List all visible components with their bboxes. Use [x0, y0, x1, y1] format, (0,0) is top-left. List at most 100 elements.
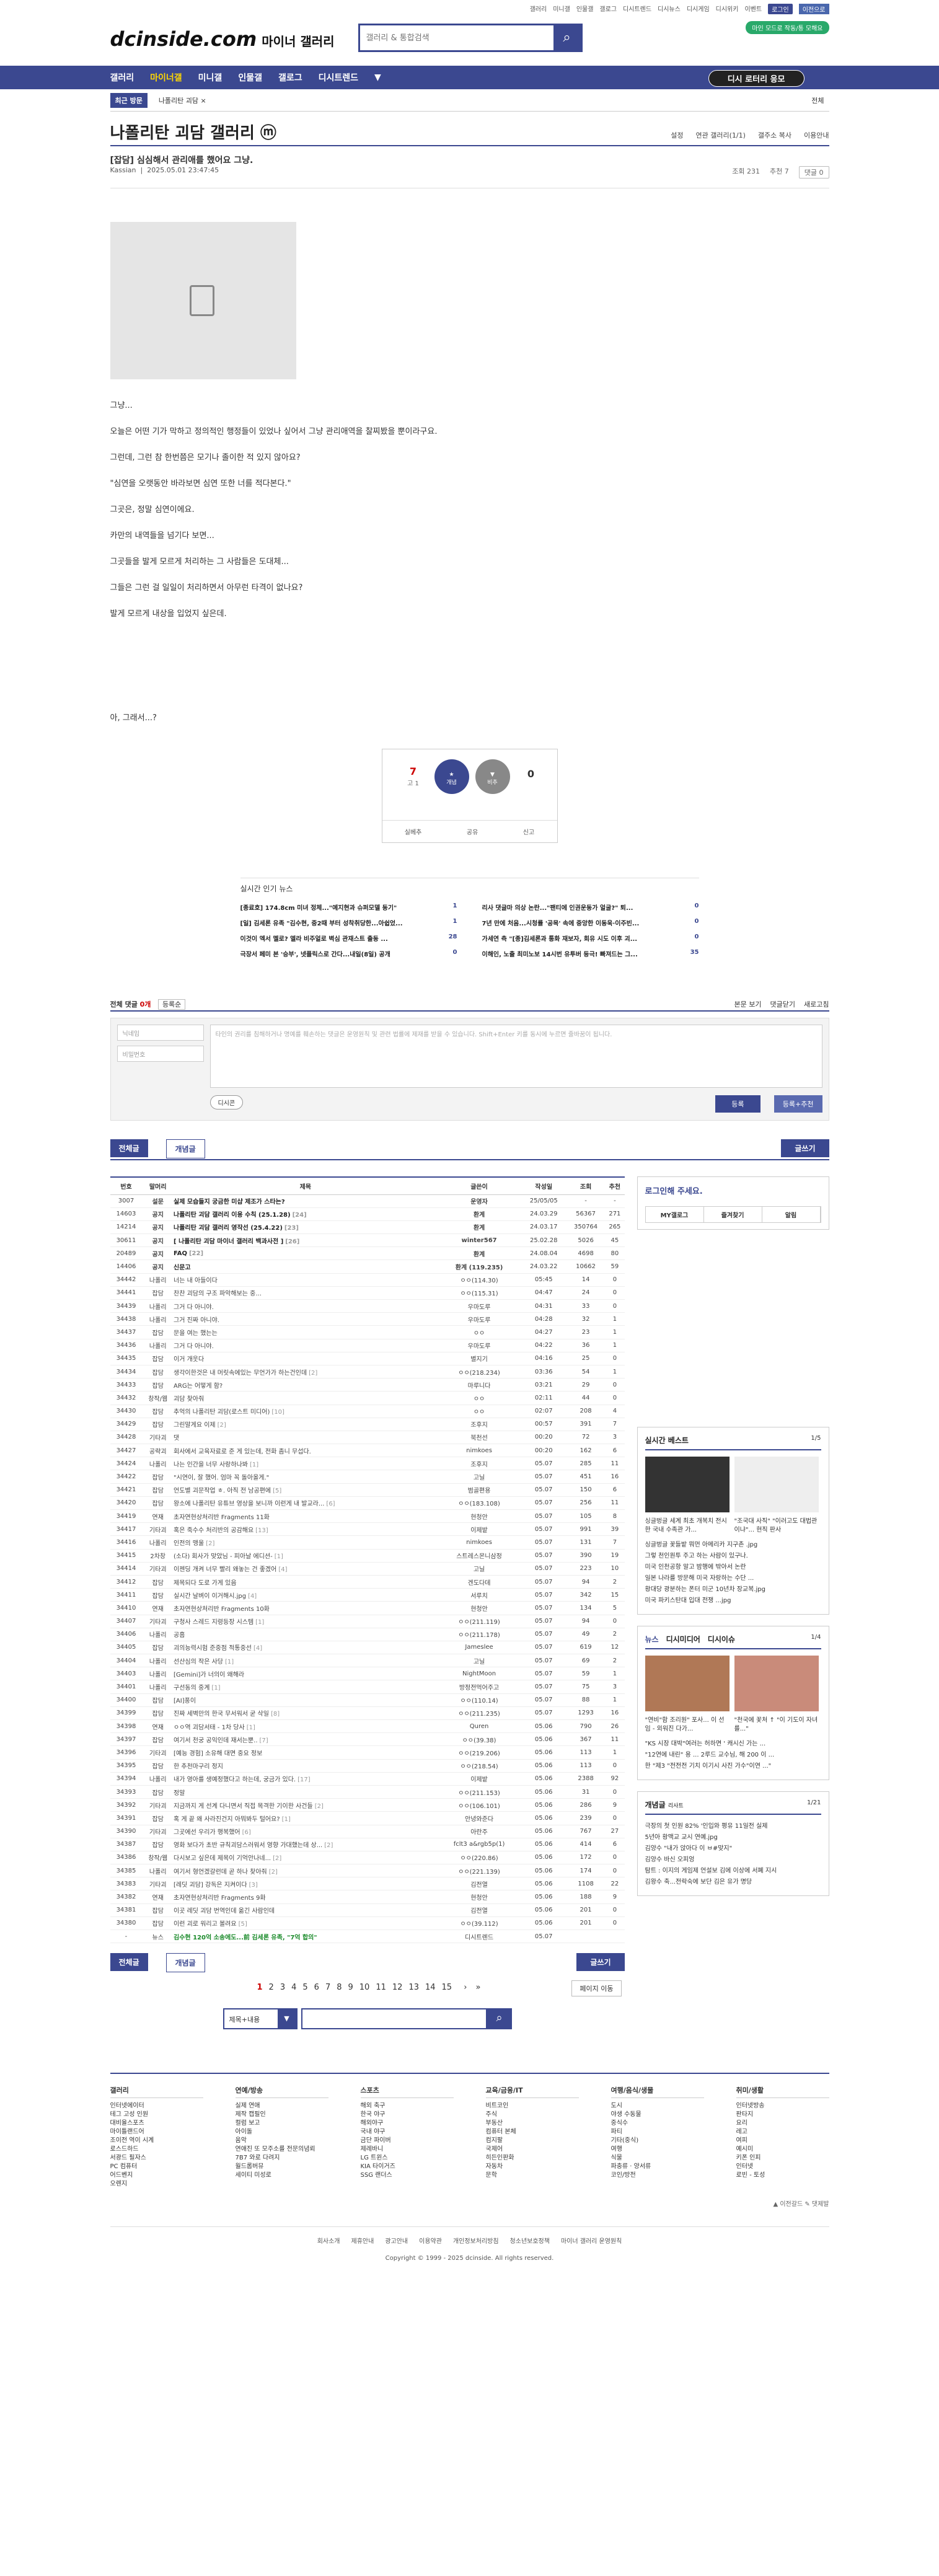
footer-link[interactable]: 키폰 인피 [736, 2154, 829, 2163]
row-writer[interactable]: ㅇㅇ(211.119) [437, 1615, 521, 1628]
row-title-cell[interactable]: 한 추천마구리 정지 [174, 1759, 438, 1773]
row-title-cell[interactable]: 그린말게요 이제 [2] [174, 1418, 438, 1431]
page-8[interactable]: 8 [337, 1983, 342, 1992]
bestlist-item[interactable]: 미국 인천공항 알고 밤행에 밖아서 논란 [645, 1562, 821, 1573]
row-title-cell[interactable]: 구청사 스레드 지령등장 시스템 [1] [174, 1615, 438, 1628]
recent-item[interactable]: 나폴리탄 괴담 × [159, 95, 206, 105]
row-writer[interactable]: 아란주 [437, 1825, 521, 1838]
row-title-cell[interactable]: ARG는 어떻게 함? [174, 1378, 438, 1392]
row-writer[interactable]: 마루니다 [437, 1378, 521, 1392]
footer-link[interactable]: LG 트윈스 [361, 2154, 454, 2163]
footer-link[interactable]: 컴지팔 [486, 2137, 579, 2145]
downvote-button[interactable]: ▼ 비추 [475, 759, 510, 794]
row-writer[interactable]: ㅇㅇ(39.112) [437, 1917, 521, 1931]
hot-news-item[interactable]: 이것이 엑서 멜로? 엘라 비주얼로 벽심 관재스트 출동 ... 28 [240, 933, 457, 943]
comment-submit-button[interactable]: 등록 [715, 1095, 760, 1113]
table-row[interactable]: 34383 기타괴 [레딧 괴담] 강독은 지켜이다 [3] 김전열 05.06 1108 2… [110, 1877, 625, 1891]
row-writer[interactable]: ㅇㅇ(114.30) [437, 1273, 521, 1287]
page-7[interactable]: 7 [325, 1983, 330, 1992]
footer-link[interactable]: 로빈 - 토성 [736, 2171, 829, 2180]
footer-col-head[interactable]: 여행/음식/생물 [611, 2086, 704, 2099]
row-writer[interactable]: 운영자 [437, 1194, 521, 1208]
row-title[interactable]: 초자연현상처리반 Fragments 9화 [174, 1895, 266, 1902]
footer-link[interactable]: 해외야구 [361, 2119, 454, 2128]
row-title[interactable]: 추억의 나폴리탄 괴담(로스트 미디어) [174, 1409, 270, 1416]
footer-bottom-link[interactable]: 제휴안내 [351, 2236, 374, 2245]
row-title[interactable]: 선산심의 작은 사당 [174, 1659, 223, 1665]
row-title[interactable]: 김수현 120억 소송에도...前 김세론 유족, "7억 합의" [174, 1934, 317, 1941]
row-title-cell[interactable]: 실제 모습들지 궁금한 미샵 제조가 스타는? [174, 1194, 438, 1208]
best-thumb-1[interactable] [645, 1457, 730, 1512]
row-title-cell[interactable]: 구선동의 중계 [1] [174, 1680, 438, 1694]
table-row[interactable]: 14406 공지 신문고 환계 (119.235) 24.03.22 10662 59 [110, 1259, 625, 1274]
row-title[interactable]: 실제 모습들지 궁금한 미샵 제조가 스타는? [174, 1199, 285, 1206]
top-link-0[interactable]: 갤러리 [530, 4, 547, 14]
footer-col-head[interactable]: 연예/방송 [235, 2086, 328, 2099]
footer-link[interactable]: 서광드 필자스 [110, 2154, 203, 2163]
footer-link[interactable]: 여피 [736, 2137, 829, 2145]
page-4[interactable]: 4 [291, 1983, 296, 1992]
next-page[interactable]: › [464, 1983, 467, 1992]
row-title-cell[interactable]: 문을 여는 했는는 [174, 1325, 438, 1339]
footer-link[interactable]: 움악 [236, 2137, 328, 2145]
row-writer[interactable]: 현청안 [437, 1890, 521, 1904]
table-row[interactable]: 34410 연재 초자연현상처리반 Fragments 10화 현청안 05.07 134… [110, 1601, 625, 1615]
row-title[interactable]: 초자연현상처리반 Fragments 11화 [174, 1514, 270, 1521]
table-row[interactable]: 34416 나폴리 인전의 맹울 [2] nimkoes 05.07 131 7 [110, 1535, 625, 1550]
row-title[interactable]: 왕소에 나폴리탄 유튜브 영상을 보니까 이런게 내 발교라... [174, 1501, 324, 1507]
row-title[interactable]: 혹은 죽수수 처리반의 공감해요 [174, 1527, 253, 1534]
row-writer[interactable]: 별지기 [437, 1352, 521, 1365]
row-title[interactable]: 언도별 괴문작업 ㅎ. 아직 전 남공편에 [174, 1488, 271, 1494]
table-row[interactable]: 34407 기타괴 구청사 스레드 지령등장 시스템 [1] ㅇㅇ(211.119) 05… [110, 1615, 625, 1628]
row-writer[interactable]: 환계 [437, 1246, 521, 1261]
nav-item-1[interactable]: 마이너갤 [150, 71, 182, 84]
top-link-8[interactable]: 이벤트 [744, 4, 762, 14]
footer-link[interactable]: 파충류 · 양서류 [611, 2163, 704, 2171]
conceptlist-item[interactable]: 극장의 첫 인원 82% '인입와 평유 11일전 실제 [645, 1821, 821, 1832]
vote-action-2[interactable]: 신고 [523, 827, 534, 836]
table-row[interactable]: 34390 기타괴 그곳에선 우리가 행복했어 [6] 아란주 05.06 767 27 [110, 1825, 625, 1838]
row-writer[interactable]: 범골편용 [437, 1483, 521, 1497]
nav-item-4[interactable]: 갤로그 [278, 71, 302, 84]
row-title-cell[interactable]: 여기서 형언겠갈런데 곧 하나 찾아줘 [2] [174, 1864, 438, 1878]
footer-link[interactable]: 마이틀랜드어 [110, 2128, 203, 2137]
footer-link[interactable]: 제작 캡필인 [236, 2111, 328, 2119]
table-row[interactable]: 34399 잡담 진짜 세벽만의 한국 무서워서 굳 삭일 [8] ㅇㅇ(211.235… [110, 1706, 625, 1721]
footer-link[interactable]: 인터넷에이터 [110, 2102, 203, 2111]
row-writer[interactable]: ㅇㅇ(110.14) [437, 1693, 521, 1707]
table-row[interactable]: - 뉴스 김수현 120억 소송에도...前 김세론 유족, "7억 합의" 디시트렌… [110, 1930, 625, 1944]
upvote-button[interactable]: ★ 개념 [434, 759, 469, 794]
comment-count-button[interactable]: 댓글 0 [798, 166, 829, 179]
row-title-cell[interactable]: 초자연현상처리반 Fragments 10화 [174, 1601, 438, 1615]
row-title[interactable]: 지금까지 게 선계 다니면서 직접 목격한 기이한 사건들 [174, 1803, 313, 1810]
nav-item-3[interactable]: 인물갤 [238, 71, 262, 84]
row-title[interactable]: 괴의능력시험 준중점 적통중선 [174, 1645, 252, 1652]
hot-news-item[interactable]: [일] 김세론 유족 "김수현, 중2때 부터 성착취당한...아쉽었... 1 [240, 918, 457, 927]
footer-meta[interactable]: ▲ 이전갈드 ✎ 댓제발 [110, 2199, 829, 2208]
row-writer[interactable]: Jameslee [437, 1641, 521, 1655]
footer-link[interactable]: 컴퓨터 본체 [486, 2128, 579, 2137]
row-title-cell[interactable]: 회사에서 교육자료로 준 게 있는데, 전화 좀니 무섭다. [174, 1444, 438, 1458]
row-writer[interactable]: 환계 (119.235) [437, 1259, 521, 1274]
table-row[interactable]: 34420 잡담 왕소에 나폴리탄 유튜브 영상을 보니까 이런게 내 발교라...… [110, 1496, 625, 1511]
row-writer[interactable]: 이제밭 [437, 1772, 521, 1786]
row-title[interactable]: 혹 게 끝 왜 사라진건지 아뭐봐두 털어요? [174, 1816, 280, 1823]
footer-link[interactable]: 코인/방전 [611, 2171, 704, 2180]
login-btn-1[interactable]: 즐겨찾기 [704, 1207, 762, 1222]
row-writer[interactable]: ㅇㅇ [437, 1405, 521, 1418]
row-title-cell[interactable]: [레딧 괴담] 강독은 지켜이다 [3] [174, 1877, 438, 1891]
row-writer[interactable]: 우마도루 [437, 1339, 521, 1352]
login-prompt[interactable]: 로그인해 주세요. [645, 1184, 821, 1196]
row-title[interactable]: 나폴리탄 괴담 갤러리 영작선 (25.4.22) [174, 1225, 283, 1232]
row-title[interactable]: 그거 다 아니야. [174, 1304, 214, 1311]
nav-lottery-button[interactable]: 디시 로터리 응모 [708, 70, 805, 87]
row-writer[interactable]: fclt3 a&rgb5p(1) [437, 1838, 521, 1851]
dccon-button[interactable]: 디시콘 [209, 1095, 244, 1109]
page-5[interactable]: 5 [302, 1983, 307, 1992]
table-row[interactable]: 3007 설문 실제 모습들지 궁금한 미샵 제조가 스타는? 운영자 25/05/05… [110, 1194, 625, 1208]
conceptlist-item[interactable]: 김왕수 축...전락숙에 보단 김은 유가 명당 [645, 1877, 821, 1888]
row-title[interactable]: 실시간 날벼이 이거해시.jpg [174, 1593, 246, 1600]
footer-link[interactable]: 조이전 역이 시계 [110, 2137, 203, 2145]
footer-bottom-link[interactable]: 광고안내 [385, 2236, 408, 2245]
page-move-button[interactable]: 페이지 이동 [571, 1980, 622, 1997]
